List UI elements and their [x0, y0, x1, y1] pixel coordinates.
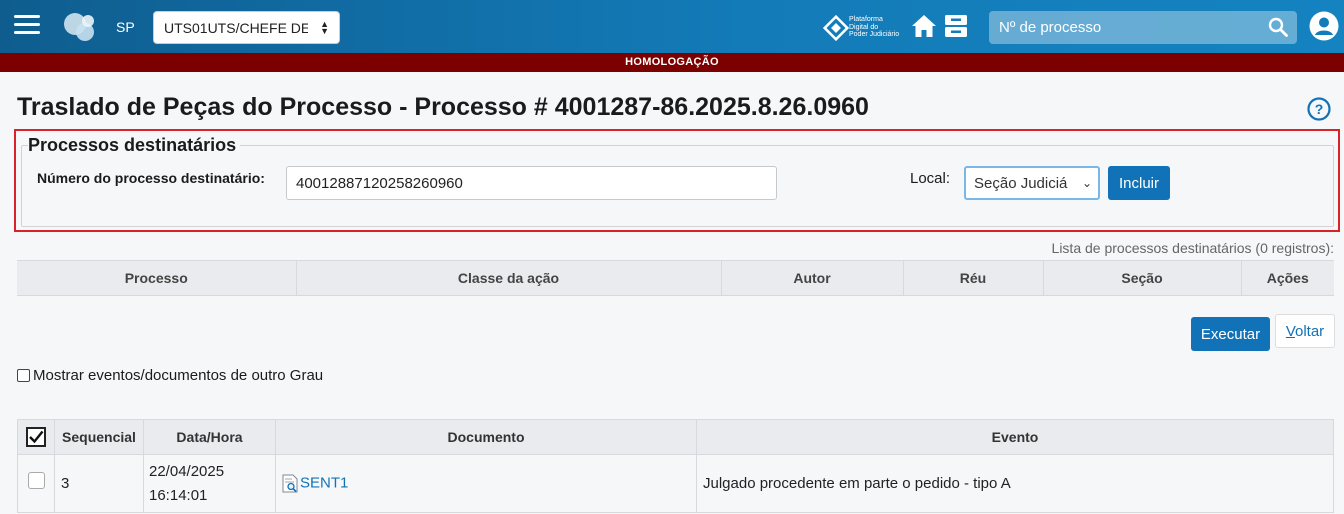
platform-logo-text: Plataforma Digital do Poder Judiciário: [849, 16, 900, 38]
row-data-hora: 22/04/2025 16:14:01: [143, 454, 276, 513]
col-data-hora[interactable]: Data/Hora: [143, 419, 276, 455]
platform-logo: Plataforma Digital do Poder Judiciário: [823, 13, 905, 43]
row-checkbox[interactable]: [27, 471, 45, 489]
row-documento: SENT1: [275, 454, 697, 513]
local-select[interactable]: Seção Judiciá ⌄: [964, 166, 1100, 200]
chevron-down-icon: ⌄: [1081, 176, 1092, 190]
destinatarios-legend: Processos destinatários: [28, 135, 241, 156]
unit-select-value: UTS01UTS/CHEFE DE: [164, 20, 308, 36]
local-select-value: Seção Judiciá: [974, 175, 1068, 192]
col-sequencial[interactable]: Sequencial: [54, 419, 144, 455]
unit-select[interactable]: UTS01UTS/CHEFE DE ▲ ▼: [153, 11, 340, 44]
local-label: Local:: [910, 170, 951, 187]
col-classe-acao[interactable]: Classe da ação: [296, 260, 722, 296]
incluir-button[interactable]: Incluir: [1108, 166, 1170, 200]
col-secao[interactable]: Seção: [1043, 260, 1242, 296]
inbox-icon[interactable]: [942, 12, 970, 40]
top-navbar: SP UTS01UTS/CHEFE DE ▲ ▼ Plataforma Digit…: [0, 0, 1344, 53]
numero-processo-label: Número do processo destinatário:: [37, 170, 265, 186]
col-processo[interactable]: Processo: [17, 260, 297, 296]
document-link[interactable]: SENT1: [300, 474, 348, 491]
checkmark-icon: [29, 430, 44, 444]
numero-processo-input[interactable]: [286, 166, 777, 200]
search-icon[interactable]: [1268, 17, 1288, 37]
menu-icon[interactable]: [14, 15, 40, 37]
events-table: Sequencial Data/Hora Documento Evento 3 …: [17, 419, 1334, 513]
app-logo: [62, 11, 98, 43]
platform-logo-icon: [823, 15, 849, 41]
col-documento[interactable]: Documento: [275, 419, 697, 455]
voltar-accesskey: V: [1285, 322, 1295, 340]
col-acoes: Ações: [1241, 260, 1334, 296]
state-label: SP: [116, 19, 135, 35]
home-icon[interactable]: [910, 12, 938, 40]
select-all-checkbox[interactable]: [26, 427, 46, 447]
environment-banner: HOMOLOGAÇÃO: [0, 53, 1344, 72]
select-arrows-icon: ▲ ▼: [320, 19, 329, 36]
user-account-icon[interactable]: [1309, 11, 1339, 41]
outro-grau-checkbox[interactable]: [17, 369, 30, 382]
table-row: 3 22/04/2025 16:14:01 SENT1 Julgado proc…: [17, 454, 1334, 513]
voltar-label: oltar: [1295, 322, 1325, 340]
row-date: 22/04/2025: [149, 462, 225, 480]
svg-text:?: ?: [1315, 101, 1324, 117]
outro-grau-option: Mostrar eventos/documentos de outro Grau: [17, 367, 323, 384]
process-search-input[interactable]: [989, 11, 1259, 44]
dest-processes-table: Processo Classe da ação Autor Réu Seção …: [17, 260, 1334, 296]
select-all-header: [17, 419, 55, 455]
outro-grau-label[interactable]: Mostrar eventos/documentos de outro Grau: [33, 367, 323, 384]
col-reu[interactable]: Réu: [903, 260, 1044, 296]
page-title: Traslado de Peças do Processo - Processo…: [17, 93, 869, 121]
row-time: 16:14:01: [149, 486, 208, 504]
col-evento[interactable]: Evento: [696, 419, 1334, 455]
voltar-button[interactable]: Voltar: [1275, 314, 1335, 348]
executar-button[interactable]: Executar: [1191, 317, 1270, 351]
row-sequencial: 3: [54, 454, 144, 513]
col-autor[interactable]: Autor: [721, 260, 904, 296]
row-evento: Julgado procedente em parte o pedido - t…: [696, 454, 1334, 513]
document-preview-icon[interactable]: [282, 474, 299, 493]
dest-list-caption: Lista de processos destinatários (0 regi…: [1051, 240, 1334, 256]
row-select-cell: [17, 454, 55, 513]
help-icon[interactable]: ?: [1307, 97, 1331, 121]
process-search: [989, 11, 1297, 44]
